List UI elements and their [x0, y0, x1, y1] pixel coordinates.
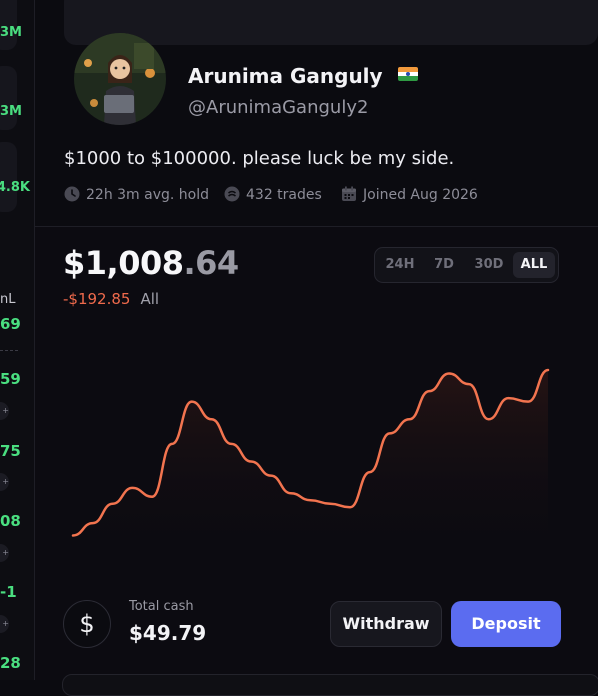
portfolio-chart: [71, 368, 550, 560]
panel-border: [35, 226, 598, 227]
india-flag-icon: [397, 67, 418, 81]
stat-trades-text: 432 trades: [246, 187, 322, 203]
pnl-value: 28: [0, 654, 21, 672]
coins-icon: [224, 186, 240, 202]
clock-icon: [64, 186, 80, 202]
chip[interactable]: +: [0, 473, 9, 491]
stat-hold-text: 22h 3m avg. hold: [86, 187, 209, 203]
left-column: · 3M .3M 4.8K nL 69 59 + 75 + 08 + -1 + …: [0, 0, 34, 680]
timeframe-selector: 24H 7D 30D ALL: [374, 247, 559, 283]
pnl-value: 69: [0, 315, 21, 333]
chip[interactable]: +: [0, 544, 9, 562]
tab-all[interactable]: ALL: [513, 252, 555, 278]
pnl-value: -1: [0, 583, 17, 601]
dollar-icon: $: [63, 600, 111, 648]
left-card-value: .3M: [0, 104, 22, 119]
calendar-icon: [342, 186, 356, 201]
stat-joined: Joined Aug 2026: [341, 186, 478, 203]
stat-trades: 432 trades: [224, 186, 322, 203]
pnl-value: 59: [0, 370, 21, 388]
tab-7d[interactable]: 7D: [425, 252, 463, 278]
change-period: All: [140, 290, 160, 308]
chip[interactable]: +: [0, 402, 9, 420]
left-card[interactable]: [0, 66, 17, 130]
balance-cents: .64: [183, 244, 239, 282]
profile-name: Arunima Ganguly: [188, 64, 418, 88]
pnl-value: 75: [0, 442, 21, 460]
change-value: -$192.85: [63, 290, 131, 308]
cash-label: Total cash: [129, 599, 194, 614]
bottom-card: [62, 674, 598, 696]
cash-value: $49.79: [129, 621, 207, 645]
profile-handle: @ArunimaGanguly2: [188, 97, 369, 118]
balance-main: $1,008: [63, 244, 184, 282]
avatar[interactable]: [74, 33, 166, 125]
portfolio-change: -$192.85 All: [63, 290, 159, 308]
divider: [0, 350, 18, 351]
chip[interactable]: +: [0, 615, 9, 633]
profile-bio: $1000 to $100000. please luck be my side…: [64, 148, 455, 169]
deposit-button[interactable]: Deposit: [451, 601, 561, 647]
portfolio-balance: $1,008.64: [63, 244, 239, 282]
pnl-label: nL: [0, 292, 16, 307]
left-card[interactable]: [0, 142, 17, 212]
stat-joined-text: Joined Aug 2026: [363, 187, 478, 203]
pnl-value: 08: [0, 512, 21, 530]
profile-name-text: Arunima Ganguly: [188, 64, 383, 88]
stat-hold: 22h 3m avg. hold: [64, 186, 209, 203]
top-card: [64, 0, 598, 45]
tab-30d[interactable]: 30D: [467, 252, 511, 278]
withdraw-button[interactable]: Withdraw: [330, 601, 442, 647]
tab-24h[interactable]: 24H: [379, 252, 421, 278]
left-card-value: 3M: [0, 25, 22, 40]
left-card-value: 4.8K: [0, 180, 30, 195]
